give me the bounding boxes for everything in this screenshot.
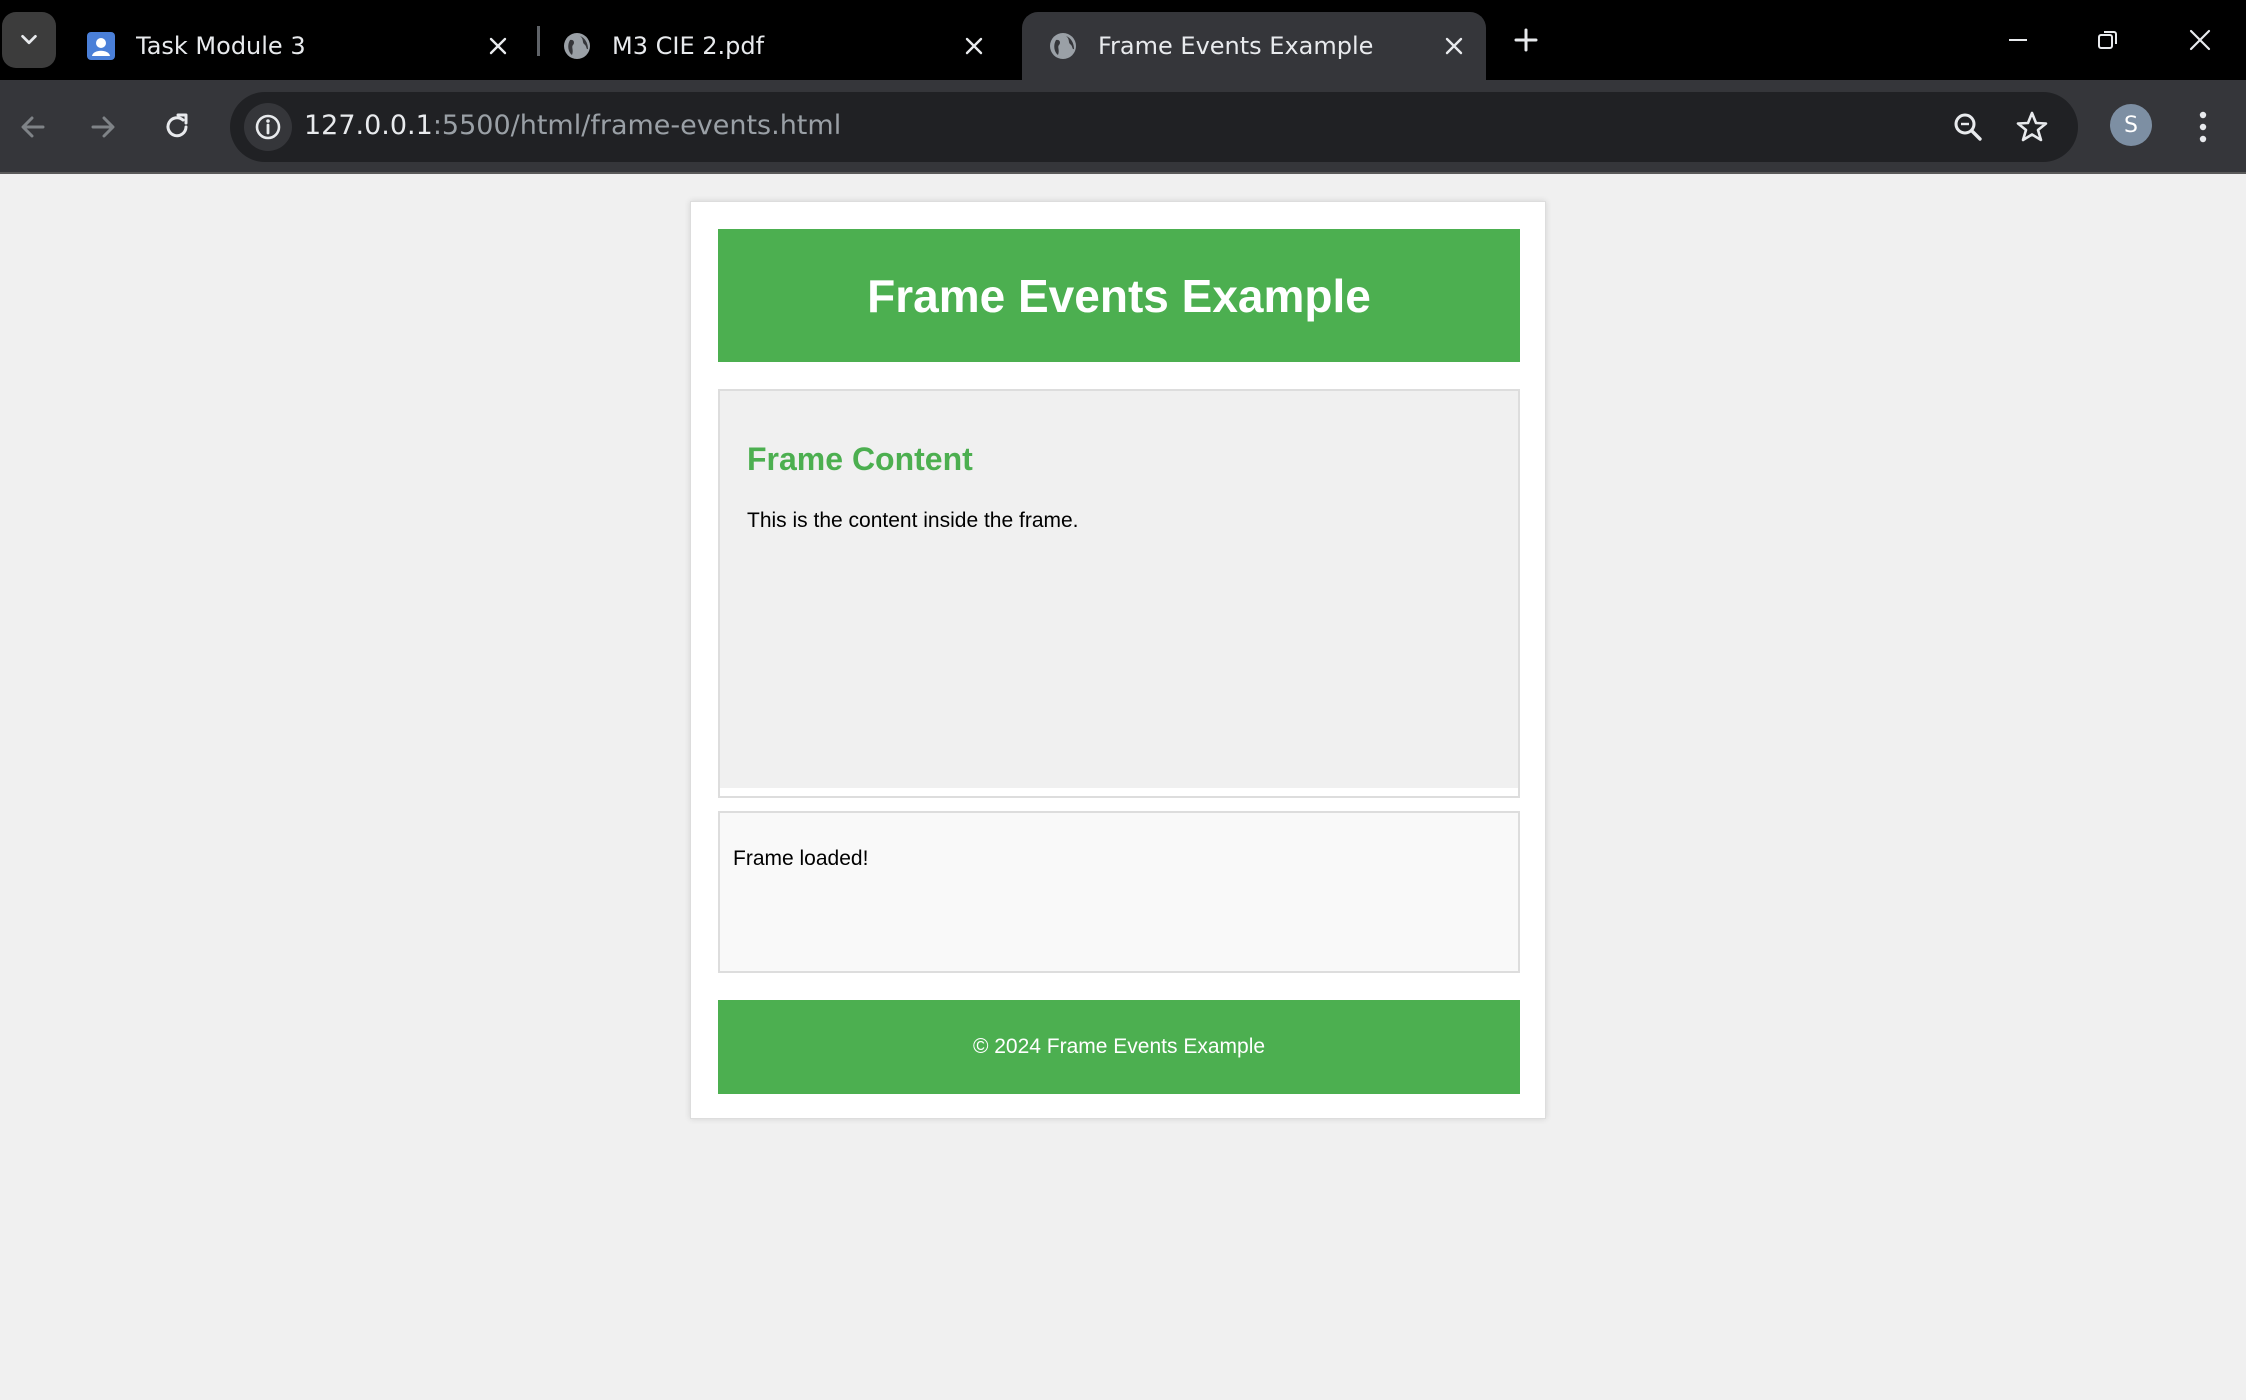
content-iframe[interactable]: Frame Content This is the content inside… (718, 389, 1520, 798)
tab-m3-cie-pdf[interactable]: M3 CIE 2.pdf (536, 12, 1006, 80)
back-button[interactable] (8, 102, 58, 152)
frame-heading: Frame Content (747, 441, 973, 477)
browser-toolbar: 127.0.0.1:5500/html/frame-events.html S (0, 80, 2246, 174)
tab-strip: Task Module 3 M3 CIE 2.pdf Frame Events … (0, 0, 2246, 80)
globe-icon (562, 31, 592, 61)
profile-avatar[interactable]: S (2110, 104, 2152, 146)
tab-task-module[interactable]: Task Module 3 (60, 12, 530, 80)
reload-button[interactable] (152, 102, 202, 152)
close-icon[interactable] (1436, 28, 1472, 64)
event-status-box: Frame loaded! (718, 811, 1520, 973)
restore-button[interactable] (2078, 12, 2138, 68)
url-host: 127.0.0.1 (304, 110, 433, 141)
frame-document: Frame Content This is the content inside… (720, 391, 1518, 788)
zoom-icon[interactable] (1946, 105, 1990, 149)
arrow-left-icon (21, 116, 45, 138)
page-title: Frame Events Example (867, 269, 1371, 322)
globe-icon (1048, 31, 1078, 61)
minimize-button[interactable] (1988, 12, 2048, 68)
restore-icon (2098, 31, 2117, 49)
page-container: Frame Events Example Frame Content This … (690, 201, 1546, 1119)
page-header: Frame Events Example (718, 229, 1520, 362)
tab-frame-events[interactable]: Frame Events Example (1022, 12, 1486, 80)
browser-menu-button[interactable] (2186, 102, 2220, 152)
status-message: Frame loaded! (733, 847, 869, 870)
page-footer: © 2024 Frame Events Example (718, 1000, 1520, 1094)
forward-button[interactable] (78, 102, 128, 152)
minimize-icon (2009, 39, 2027, 41)
bookmark-star-icon[interactable] (2010, 105, 2054, 149)
plus-icon (1514, 28, 1538, 52)
new-tab-button[interactable] (1506, 20, 1546, 60)
tab-title: M3 CIE 2.pdf (612, 32, 765, 60)
footer-text: © 2024 Frame Events Example (972, 1035, 1266, 1058)
more-vert-icon (2199, 111, 2207, 143)
close-icon[interactable] (956, 28, 992, 64)
site-info-icon[interactable] (244, 103, 292, 151)
page-viewport: Frame Events Example Frame Content This … (0, 174, 2246, 1400)
frame-text: This is the content inside the frame. (747, 509, 1079, 532)
close-icon[interactable] (480, 28, 516, 64)
tab-title: Frame Events Example (1098, 32, 1374, 60)
person-doc-icon (86, 31, 116, 61)
close-icon (2189, 29, 2211, 51)
url-path: :5500/html/frame-events.html (432, 110, 842, 141)
url-text[interactable]: 127.0.0.1:5500/html/frame-events.html (304, 110, 841, 141)
reload-icon (166, 113, 188, 138)
arrow-right-icon (91, 116, 115, 138)
tab-search-button[interactable] (2, 12, 56, 68)
chevron-down-icon (21, 34, 37, 45)
close-window-button[interactable] (2170, 12, 2230, 68)
address-bar[interactable]: 127.0.0.1:5500/html/frame-events.html (230, 92, 2078, 162)
tab-title: Task Module 3 (136, 32, 306, 60)
